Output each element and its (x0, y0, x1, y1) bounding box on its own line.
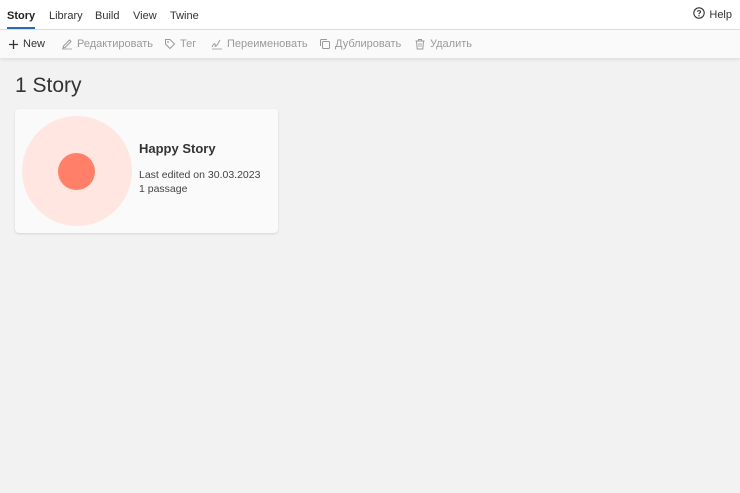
new-story-label: New (23, 38, 46, 50)
delete-story-button[interactable]: Удалить (414, 30, 472, 58)
tab-twine[interactable]: Twine (170, 0, 199, 29)
plus-icon (8, 39, 19, 50)
page-title: 1 Story (15, 74, 82, 97)
tab-view[interactable]: View (133, 0, 157, 29)
tab-story[interactable]: Story (7, 0, 36, 29)
duplicate-story-button[interactable]: Дублировать (319, 30, 401, 58)
story-preview (22, 116, 132, 226)
pencil-icon (61, 38, 73, 50)
story-last-edited: Last edited on 30.03.2023 (139, 169, 261, 181)
signature-icon (211, 38, 223, 50)
tab-build[interactable]: Build (95, 0, 119, 29)
help-button[interactable]: Help (693, 0, 732, 29)
copy-icon (319, 38, 331, 50)
story-toolbar: New Редактировать Тег Переименовать Дубл… (0, 30, 740, 58)
tab-library[interactable]: Library (49, 0, 83, 29)
edit-story-button[interactable]: Редактировать (61, 30, 153, 58)
tag-story-label: Тег (180, 38, 197, 50)
tag-icon (164, 38, 176, 50)
edit-story-label: Редактировать (77, 38, 153, 50)
rename-story-button[interactable]: Переименовать (211, 30, 308, 58)
top-menu-bar: Story Library Build View Twine Help (0, 0, 740, 30)
story-passage-count: 1 passage (139, 183, 188, 195)
duplicate-story-label: Дублировать (335, 38, 402, 50)
new-story-button[interactable]: New (8, 30, 45, 58)
rename-story-label: Переименовать (227, 38, 308, 50)
help-circle-icon (693, 7, 706, 22)
trash-icon (414, 38, 426, 50)
story-card[interactable]: Happy Story Last edited on 30.03.2023 1 … (15, 109, 278, 233)
story-name: Happy Story (139, 141, 216, 156)
passage-dot (58, 153, 95, 190)
help-label: Help (709, 8, 732, 21)
delete-story-label: Удалить (430, 38, 472, 50)
tag-story-button[interactable]: Тег (164, 30, 196, 58)
